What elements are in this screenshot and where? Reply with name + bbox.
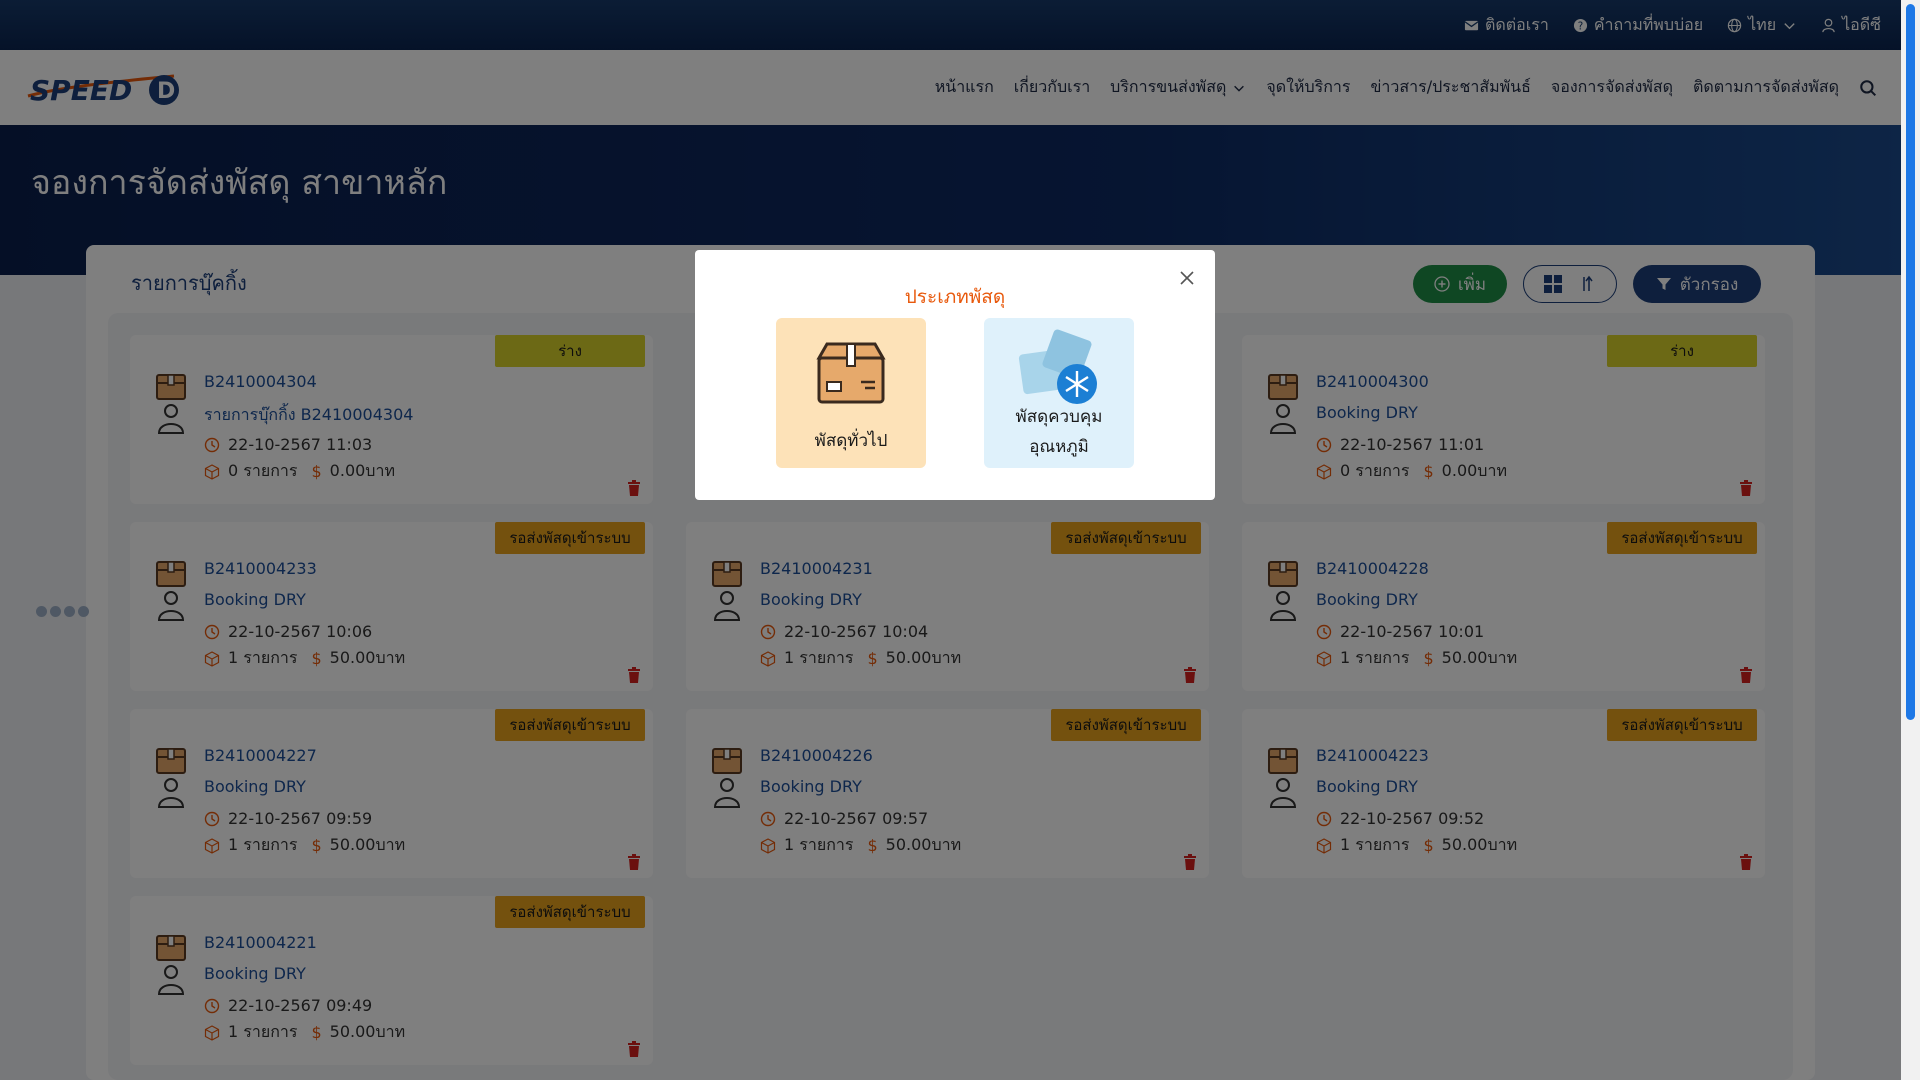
temperature-controlled-option[interactable]: พัสดุควบคุม อุณหภูมิ xyxy=(984,318,1134,468)
close-icon[interactable] xyxy=(1179,270,1195,286)
box-icon xyxy=(816,342,886,404)
parcel-type-modal: ประเภทพัสดุ พัสดุทั่วไป พัสดุควบคุม อุณห… xyxy=(695,250,1215,500)
general-parcel-option[interactable]: พัสดุทั่วไป xyxy=(776,318,926,468)
page-scrollbar[interactable] xyxy=(1901,0,1920,1080)
general-option-label: พัสดุทั่วไป xyxy=(814,431,888,451)
modal-title: ประเภทพัสดุ xyxy=(904,286,1006,308)
ice-snowflake-icon xyxy=(1018,329,1097,404)
modal-backdrop[interactable] xyxy=(0,0,1901,1080)
cold-option-label-line2: อุณหภูมิ xyxy=(1029,437,1089,457)
cold-option-label-line1: พัสดุควบคุม xyxy=(1015,407,1103,427)
scrollbar-thumb[interactable] xyxy=(1906,4,1915,720)
